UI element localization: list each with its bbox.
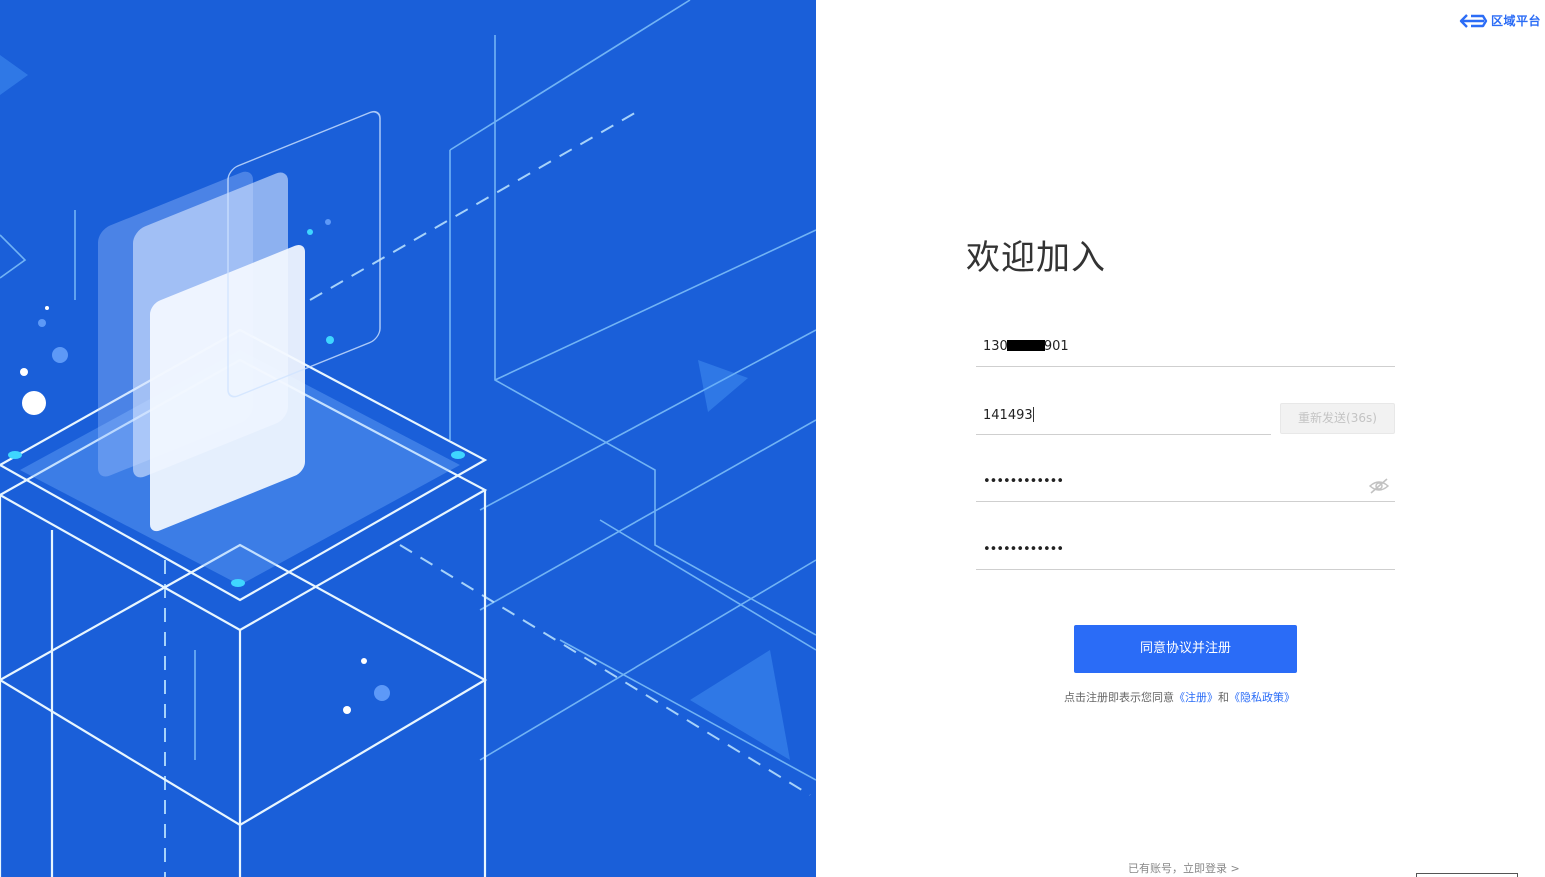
resend-code-button[interactable]: 重新发送(36s) [1280, 403, 1395, 434]
register-button[interactable]: 同意协议并注册 [1074, 625, 1297, 673]
register-terms-link[interactable]: 《注册》 [1174, 691, 1218, 704]
password-value[interactable]: •••••••••••• [983, 474, 1064, 489]
text-caret [1032, 407, 1034, 422]
password-field[interactable]: •••••••••••• [976, 468, 1395, 502]
confirm-password-field[interactable]: •••••••••••• [976, 536, 1395, 570]
phone-prefix: 130 [983, 339, 1008, 354]
verification-code-field[interactable]: 141493 [976, 401, 1271, 435]
phone-suffix: 901 [1043, 339, 1069, 354]
phone-field[interactable]: 130 901 [976, 333, 1395, 367]
hero-illustration [0, 0, 816, 877]
brand-name: 区域平台 [1491, 14, 1542, 28]
page-title: 欢迎加入 [966, 238, 1106, 278]
confirm-password-value[interactable]: •••••••••••• [983, 542, 1064, 557]
verification-code-value[interactable]: 141493 [983, 407, 1034, 423]
privacy-policy-link[interactable]: 《隐私政策》 [1229, 691, 1295, 704]
login-link[interactable]: 已有账号，立即登录 > [1128, 860, 1240, 876]
verification-code-text: 141493 [983, 408, 1033, 423]
agreement-text: 点击注册即表示您同意《注册》和《隐私政策》 [1064, 689, 1295, 705]
eye-icon[interactable] [1368, 477, 1390, 495]
phone-redaction [1006, 340, 1045, 351]
corner-widget [1416, 873, 1518, 877]
phone-value[interactable]: 130 901 [983, 339, 1069, 354]
agreement-prefix: 点击注册即表示您同意 [1064, 691, 1174, 704]
brand-logo-icon [1459, 13, 1488, 28]
brand: 区域平台 [1458, 12, 1541, 29]
hero-artwork [0, 0, 816, 877]
agreement-and: 和 [1218, 691, 1229, 704]
